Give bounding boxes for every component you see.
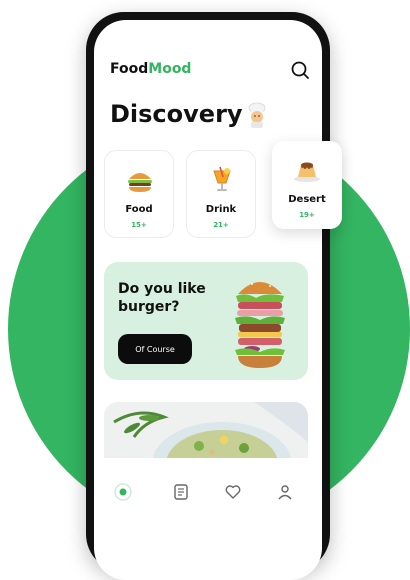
category-card-desert[interactable]: Desert 19+ (272, 141, 342, 229)
page-title: Discovery (110, 100, 243, 128)
salad-image (104, 402, 308, 458)
cocktail-icon (213, 166, 231, 191)
promo-line1: Do you like (118, 281, 206, 297)
category-name: Food (125, 204, 153, 215)
category-count: 21+ (213, 221, 229, 229)
phone-frame: FoodMood Discovery Food 15+ Drink 21+ Do… (86, 12, 330, 580)
search-icon[interactable] (290, 60, 310, 80)
heart-icon[interactable] (224, 483, 242, 501)
pudding-icon (294, 162, 320, 182)
of-course-button[interactable]: Of Course (118, 334, 192, 364)
food-photo-card[interactable] (104, 402, 308, 458)
profile-icon[interactable] (276, 483, 294, 501)
category-name: Drink (205, 204, 237, 215)
brand-mood: Mood (148, 61, 192, 77)
chef-icon (248, 102, 266, 128)
burger-image (235, 280, 285, 368)
home-icon[interactable] (114, 483, 132, 501)
promo-line2: burger? (118, 299, 180, 315)
brand-food: Food (110, 61, 149, 77)
category-count: 19+ (299, 211, 315, 219)
category-card-drink[interactable]: Drink 21+ (186, 150, 256, 238)
category-card-food[interactable]: Food 15+ (104, 150, 174, 238)
promo-banner: Do you like burger? Of Course (104, 262, 308, 380)
notes-icon[interactable] (172, 483, 190, 501)
promo-headline: Do you like burger? (118, 280, 228, 316)
burger-icon (128, 173, 152, 192)
phone-screen: FoodMood Discovery Food 15+ Drink 21+ Do… (94, 20, 322, 580)
bottom-navbar (94, 465, 322, 525)
brand-logo: FoodMood (110, 61, 191, 77)
category-name: Desert (288, 194, 326, 205)
category-count: 15+ (131, 221, 147, 229)
